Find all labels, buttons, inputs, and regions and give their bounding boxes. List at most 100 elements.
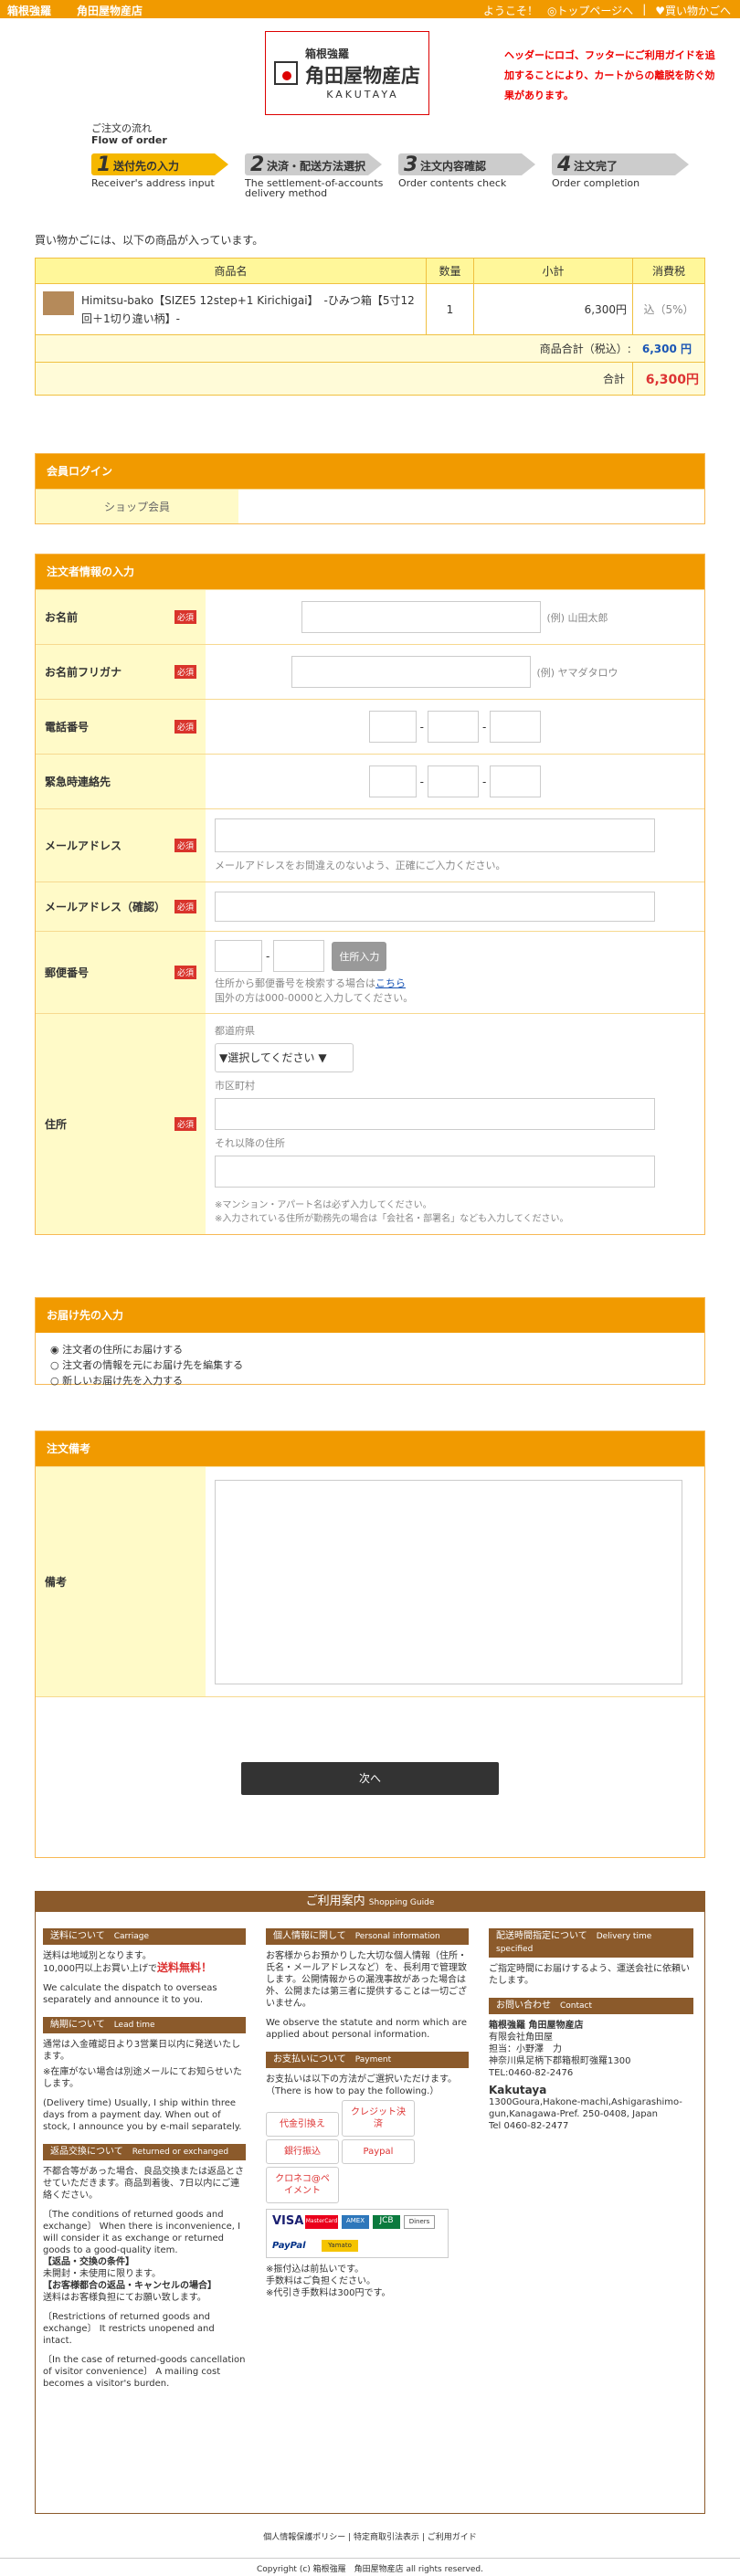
step-number: 2 (250, 153, 265, 176)
kana-input[interactable] (291, 656, 532, 688)
product-name[interactable]: Himitsu-bako【SIZE5 12step+1 Kirichigai】 … (81, 291, 418, 328)
option-label: 注文者の住所にお届けする (62, 1344, 184, 1356)
sec-en: Carriage (113, 1932, 150, 1941)
step-number: 3 (404, 153, 418, 176)
cart-intro: 買い物かごには、以下の商品が入っています。 (35, 234, 264, 247)
radio-checked-icon[interactable]: ◉ (50, 1344, 59, 1356)
name-example: (例) 山田太郎 (546, 611, 608, 624)
subtotal-value: 6,300 円 (641, 343, 692, 355)
option-label: 新しいお届け先を入力する (62, 1375, 184, 1387)
orderer-panel: 注文者情報の入力 お名前 必須 (例) 山田太郎 お名前フリガナ 必須 (例) ヤマダタ… (35, 554, 705, 1235)
mail-input[interactable] (215, 818, 655, 852)
separator: | (642, 3, 647, 16)
required-badge: 必須 (174, 665, 196, 679)
city-input[interactable] (215, 1098, 655, 1130)
required-badge: 必須 (174, 1117, 196, 1131)
pay-cod[interactable]: 代金引換え (266, 2112, 339, 2137)
sec-en: Personal information (354, 1932, 440, 1941)
sec-title: お問い合わせ (496, 2001, 551, 2011)
required-badge: 必須 (174, 966, 196, 979)
step-sub: Receiver's address input (91, 177, 215, 189)
contact-t5: TEL:0460-82-2476 (489, 2068, 574, 2078)
zip-input-1[interactable] (215, 940, 262, 972)
pay-n1: ※振付込は前払いです。 (266, 2265, 365, 2275)
shop-logo[interactable]: 箱根強羅 角田屋物産店 KAKUTAYA (265, 31, 429, 115)
card-logos: VISA MasterCard AMEX JCB Diners PayPal Y… (266, 2209, 449, 2258)
top-page-link[interactable]: ◎トップページへ (547, 3, 633, 18)
emergency-input-2[interactable] (428, 765, 479, 797)
guide-col-3: 配送時間指定について Delivery time specified ご指定時間… (489, 1928, 693, 2132)
ret-t6: 送料はお客様負担にてお願い致します。 (43, 2293, 206, 2303)
diners-icon: Diners (404, 2215, 435, 2229)
product-qty: 1 (426, 283, 474, 335)
cart-link[interactable]: ♥買い物かごへ (655, 3, 731, 18)
carriage-heading: 送料について Carriage (43, 1928, 246, 1945)
address-note-2: ※入力されている住所が勤務先の場合は「会社名・部署名」なども入力してください。 (215, 1214, 569, 1224)
col-subtotal: 小計 (473, 258, 633, 284)
address-other-input[interactable] (215, 1156, 655, 1188)
radio-icon[interactable]: ○ (50, 1375, 59, 1387)
col-qty: 数量 (426, 258, 474, 284)
tel-input-3[interactable] (490, 711, 542, 743)
next-button[interactable]: 次へ (241, 1761, 499, 1795)
mail-hint: メールアドレスをお間違えのないよう、正確にご入力ください。 (215, 860, 506, 871)
jcb-icon: JCB (373, 2215, 400, 2229)
mail-label: メールアドレス (45, 839, 122, 852)
pi-t2: We observe the statute and norm which ar… (266, 2018, 467, 2040)
dt-t1: ご指定時間にお届けするよう、運送会社に依頼いたします。 (489, 1964, 690, 1986)
product-subtotal: 6,300円 (473, 283, 633, 335)
shop-member-tab[interactable]: ショップ会員 (36, 490, 238, 523)
pay-t1: お支払いは以下の方法がご選択いただけます。（There is how to pa… (266, 2075, 457, 2096)
kana-example: (例) ヤマダタロウ (536, 666, 618, 679)
zip-search-link[interactable]: こちら (375, 977, 406, 989)
subtotal-label: 商品合計（税込）: (539, 343, 631, 355)
step-4: 4 注文完了 Order completion (552, 153, 705, 188)
mastercard-icon: MasterCard (305, 2215, 338, 2229)
ret-t2: 〔The conditions of returned goods and ex… (43, 2210, 241, 2255)
tel-input-1[interactable] (368, 711, 417, 743)
pay-kuroneko[interactable]: クロネコ@ペイメント (266, 2167, 339, 2203)
logo-line1: 箱根強羅 (305, 48, 350, 60)
emergency-input-1[interactable] (368, 765, 417, 797)
pay-credit[interactable]: クレジット決済 (342, 2100, 415, 2137)
mail-confirm-input[interactable] (215, 892, 655, 922)
prefecture-select[interactable]: ▼選択してください ▼ (215, 1043, 354, 1072)
shopping-guide: ご利用案内 Shopping Guide 送料について Carriage 送料は… (35, 1891, 705, 2514)
shop-name: 角田屋物産店 (77, 5, 143, 17)
seal-icon (274, 61, 298, 85)
mail-confirm-label: メールアドレス（確認） (45, 901, 166, 913)
zip-hint: 住所から郵便番号を検索する場合は (215, 977, 375, 989)
paypal-icon: PayPal (272, 2241, 306, 2251)
delivery-option-2[interactable]: ○ 注文者の情報を元にお届け先を編集する (50, 1357, 690, 1373)
yamato-icon: Yamato (322, 2240, 358, 2252)
zip-input-2[interactable] (273, 940, 325, 972)
ret-t3: 【返品・交換の条件】 (43, 2257, 134, 2267)
tel-input-2[interactable] (428, 711, 479, 743)
flow-title-en: Flow of order (91, 134, 167, 146)
emergency-input-3[interactable] (490, 765, 542, 797)
law-link[interactable]: 特定商取引法表示 (354, 2533, 419, 2542)
remarks-textarea[interactable] (215, 1479, 682, 1684)
sec-en: Contact (560, 2001, 593, 2011)
required-badge: 必須 (174, 720, 196, 734)
pay-bank[interactable]: 銀行振込 (266, 2139, 339, 2164)
option-label: 注文者の情報を元にお届け先を編集する (62, 1359, 244, 1371)
flow-title: ご注文の流れ (91, 122, 152, 134)
contact-heading: お問い合わせ Contact (489, 1998, 693, 2014)
address-lookup-button[interactable]: 住所入力 (332, 941, 387, 971)
name-input[interactable] (301, 601, 542, 633)
free-shipping: 送料無料！ (157, 1961, 213, 1974)
order-steps: 1 送付先の入力 Receiver's address input 2 決済・配送方法… (91, 153, 705, 198)
dash: - (482, 720, 487, 734)
product-thumbnail[interactable] (43, 290, 74, 315)
radio-icon[interactable]: ○ (50, 1359, 59, 1371)
pay-paypal[interactable]: Paypal (342, 2139, 415, 2164)
payment-heading: お支払いについて Payment (266, 2052, 469, 2068)
guide-link[interactable]: ご利用ガイド (428, 2533, 477, 2542)
pay-n2: 手数料はご負担ください。 (266, 2276, 375, 2286)
privacy-link[interactable]: 個人情報保護ポリシー (263, 2533, 345, 2542)
delivery-option-3[interactable]: ○ 新しいお届け先を入力する (50, 1373, 690, 1388)
copyright: Copyright (c) 箱根強羅 角田屋物産店 all rights res… (0, 2558, 740, 2574)
delivery-option-1[interactable]: ◉ 注文者の住所にお届けする (50, 1342, 690, 1357)
sec-title: 納期について (50, 2020, 105, 2030)
